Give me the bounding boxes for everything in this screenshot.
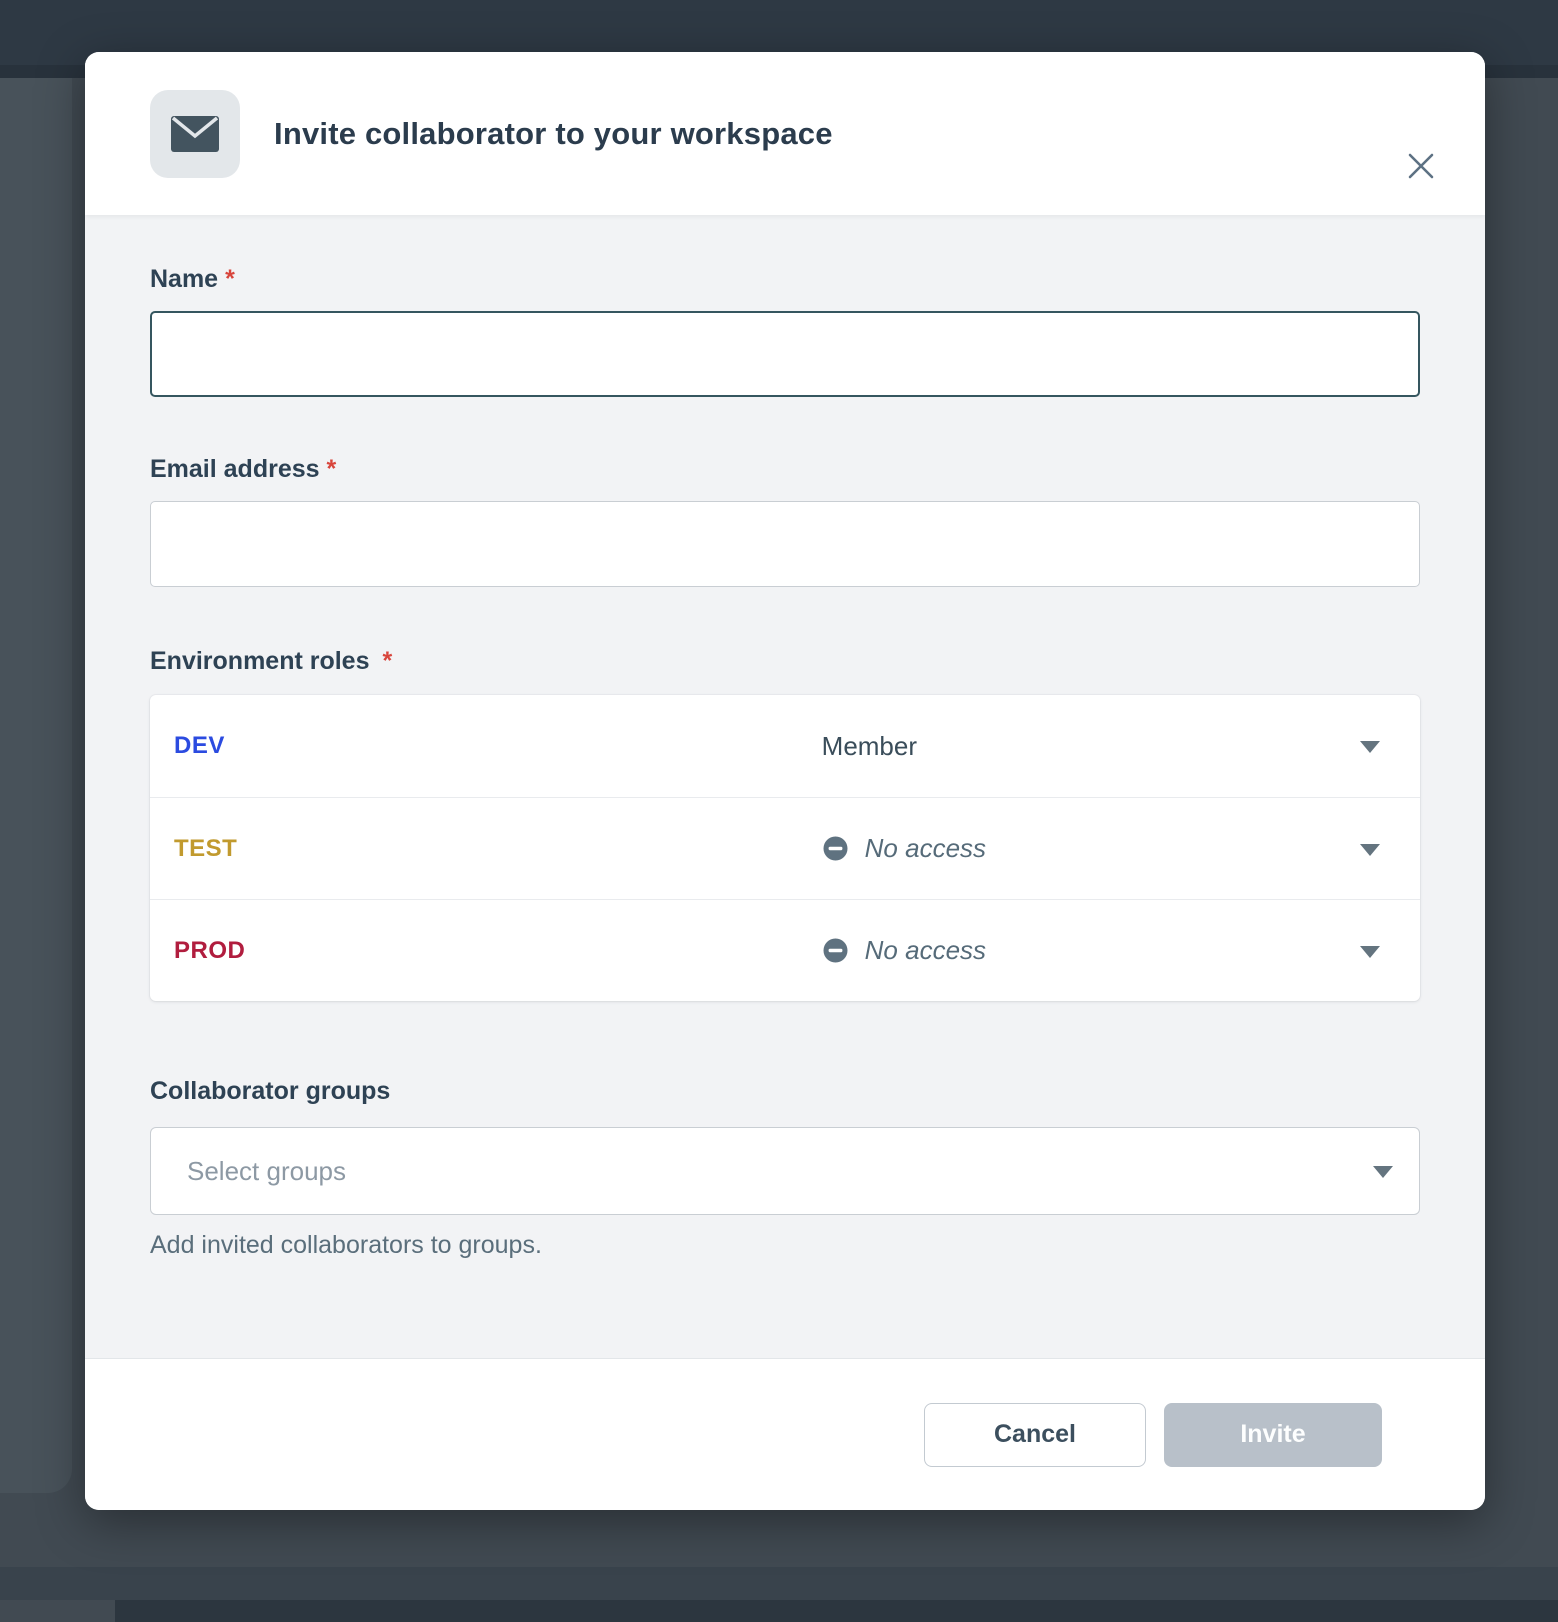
background-left-panel [0, 78, 72, 1493]
env-role-row-prod[interactable]: PROD No access [150, 899, 1420, 1001]
no-access-icon [822, 937, 849, 964]
chevron-down-icon [1360, 741, 1380, 753]
groups-helper-text: Add invited collaborators to groups. [150, 1231, 1420, 1260]
close-icon[interactable] [1399, 144, 1443, 188]
env-role-value-prod: No access [822, 935, 986, 966]
invite-collaborator-modal: Invite collaborator to your workspace Na… [85, 52, 1485, 1510]
cancel-button[interactable]: Cancel [924, 1403, 1146, 1467]
invite-button[interactable]: Invite [1164, 1403, 1382, 1467]
groups-select[interactable]: Select groups [150, 1127, 1420, 1215]
background-bottom-strip [115, 1600, 1558, 1622]
env-role-row-dev[interactable]: DEV Member [150, 695, 1420, 797]
email-label: Email address* [150, 455, 1420, 483]
env-role-row-test[interactable]: TEST No access [150, 797, 1420, 899]
modal-body: Name* Email address* Environment roles* … [85, 215, 1485, 1358]
modal-header: Invite collaborator to your workspace [85, 52, 1485, 215]
env-role-value-test: No access [822, 833, 986, 864]
env-name-dev: DEV [174, 732, 822, 760]
modal-title: Invite collaborator to your workspace [274, 116, 833, 152]
name-label: Name* [150, 265, 1420, 293]
no-access-icon [822, 835, 849, 862]
environment-roles-label: Environment roles* [150, 647, 1420, 675]
env-name-prod: PROD [174, 937, 822, 965]
chevron-down-icon [1360, 946, 1380, 958]
required-marker: * [225, 265, 235, 293]
required-marker: * [327, 455, 337, 483]
email-field[interactable] [150, 501, 1420, 587]
collaborator-groups-label: Collaborator groups [150, 1077, 1420, 1105]
chevron-down-icon [1373, 1166, 1393, 1178]
name-field[interactable] [150, 311, 1420, 397]
modal-footer: Cancel Invite [85, 1358, 1485, 1510]
envelope-icon [150, 90, 240, 178]
env-role-value-dev: Member [822, 731, 917, 762]
groups-select-placeholder: Select groups [187, 1156, 346, 1187]
env-name-test: TEST [174, 835, 822, 863]
required-marker: * [383, 647, 393, 675]
chevron-down-icon [1360, 844, 1380, 856]
environment-roles-panel: DEV Member TEST No access [150, 695, 1420, 1001]
background-bottom-band [0, 1567, 1558, 1600]
